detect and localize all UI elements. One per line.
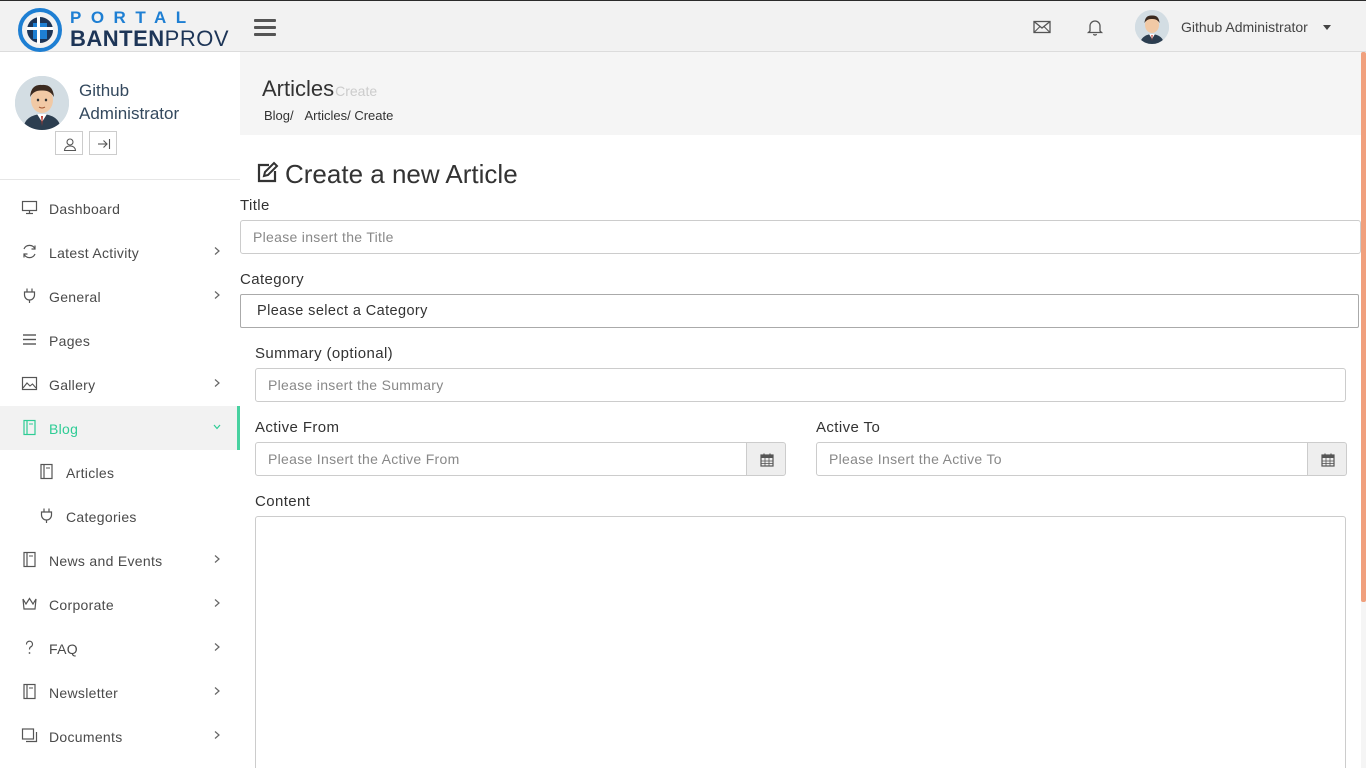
- bell-icon[interactable]: [1085, 17, 1105, 37]
- active-from-label: Active From: [255, 419, 340, 436]
- form-heading-text: Create a new Article: [285, 159, 518, 189]
- active-from-calendar-button[interactable]: [746, 442, 786, 476]
- chevron-right-icon: [214, 643, 220, 651]
- copy-icon: [21, 728, 38, 743]
- category-select-value: Please select a Category: [257, 303, 428, 319]
- plug-icon: [23, 288, 36, 303]
- sidebar-item-label: Latest Activity: [49, 245, 140, 261]
- sidebar-item-gallery[interactable]: Gallery: [0, 362, 240, 406]
- summary-label: Summary (optional): [255, 345, 394, 362]
- sidebar-item-news-and-events[interactable]: News and Events: [0, 538, 240, 582]
- question-icon: [25, 640, 34, 654]
- sidebar-item-blog[interactable]: Blog: [0, 406, 240, 450]
- page-subtitle: Create: [335, 83, 378, 99]
- notebook-icon: [23, 419, 36, 436]
- sidebar-item-general[interactable]: General: [0, 274, 240, 318]
- logo-text-prov: PROV: [164, 26, 230, 51]
- breadcrumb-blog[interactable]: Blog/: [264, 108, 294, 123]
- profile-name: Github Administrator: [79, 81, 180, 123]
- sidebar-item-label: Categories: [66, 509, 137, 525]
- scrollbar-thumb[interactable]: [1361, 52, 1366, 602]
- sidebar-item-label: FAQ: [49, 641, 78, 657]
- sidebar-item-pages[interactable]: Pages: [0, 318, 240, 362]
- user-icon: [63, 138, 77, 151]
- notebook-icon: [40, 463, 53, 480]
- category-select[interactable]: Please select a Category: [240, 294, 1359, 328]
- active-from-input[interactable]: [255, 442, 747, 476]
- form-heading: Create a new Article: [255, 159, 518, 190]
- summary-input[interactable]: [255, 368, 1346, 402]
- calendar-icon: [1321, 453, 1335, 467]
- sidebar-item-label: Blog: [49, 421, 79, 437]
- page-title: ArticlesCreate: [262, 76, 377, 102]
- breadcrumb: Blog/ Articles/ Create: [264, 108, 393, 123]
- category-label: Category: [240, 271, 305, 288]
- breadcrumb-articles-create[interactable]: Articles/ Create: [304, 108, 393, 123]
- page-title-text: Articles: [262, 76, 335, 101]
- sidebar-item-corporate[interactable]: Corporate: [0, 582, 240, 626]
- content-label: Content: [255, 493, 311, 510]
- sidebar-item-label: Newsletter: [49, 685, 119, 701]
- profile-button[interactable]: [55, 131, 83, 155]
- user-name: Github Administrator: [1181, 19, 1308, 35]
- chevron-right-icon: [214, 379, 220, 387]
- sidebar-item-label: Dashboard: [49, 201, 121, 217]
- avatar: [15, 76, 69, 130]
- chevron-right-icon: [214, 247, 220, 255]
- sidebar-item-label: General: [49, 289, 101, 305]
- chevron-right-icon: [214, 731, 220, 739]
- sidebar-item-label: Corporate: [49, 597, 114, 613]
- sidebar-item-newsletter[interactable]: Newsletter: [0, 670, 240, 714]
- logout-button[interactable]: [89, 131, 117, 155]
- sidebar-subitem-categories[interactable]: Categories: [0, 494, 240, 538]
- sidebar-menu: Dashboard Latest Activity General Pages …: [0, 186, 240, 758]
- notebook-icon: [23, 551, 36, 568]
- title-label: Title: [240, 197, 270, 214]
- plug-icon: [40, 508, 53, 523]
- sidebar-profile: Github Administrator: [0, 52, 240, 180]
- avatar: [1135, 10, 1169, 44]
- page-scrollbar[interactable]: [1361, 52, 1366, 768]
- crown-icon: [22, 597, 37, 610]
- active-to-label: Active To: [816, 419, 881, 436]
- mail-icon[interactable]: [1032, 17, 1052, 37]
- logo-text-portal: PORTAL: [70, 8, 196, 27]
- sidebar-item-latest-activity[interactable]: Latest Activity: [0, 230, 240, 274]
- sidebar-item-faq[interactable]: FAQ: [0, 626, 240, 670]
- sidebar-item-label: News and Events: [49, 553, 163, 569]
- logo-text-bantenprov: BANTENPROV: [70, 27, 229, 51]
- calendar-icon: [760, 453, 774, 467]
- monitor-icon: [21, 200, 38, 215]
- content-textarea[interactable]: [255, 516, 1346, 768]
- sidebar-subitem-articles[interactable]: Articles: [0, 450, 240, 494]
- chevron-right-icon: [214, 599, 220, 607]
- chevron-right-icon: [214, 291, 220, 299]
- active-to-calendar-button[interactable]: [1307, 442, 1347, 476]
- list-icon: [23, 334, 36, 345]
- active-to-input[interactable]: [816, 442, 1308, 476]
- chevron-down-icon: [213, 424, 221, 430]
- caret-down-icon: [1323, 25, 1331, 30]
- portal-bantenprov-logo[interactable]: PORTAL BANTENPROV: [18, 6, 229, 52]
- logout-arrow-icon: [98, 139, 111, 149]
- sidebar-item-documents[interactable]: Documents: [0, 714, 240, 758]
- sidebar-item-label: Articles: [66, 465, 115, 481]
- notebook-icon: [23, 683, 36, 700]
- chevron-right-icon: [214, 687, 220, 695]
- title-input[interactable]: [240, 220, 1361, 254]
- sidebar-item-label: Gallery: [49, 377, 96, 393]
- sidebar-toggle-hamburger-icon[interactable]: [254, 19, 276, 37]
- image-icon: [21, 376, 38, 391]
- logo-text-banten: BANTEN: [70, 26, 165, 51]
- top-navbar: PORTAL BANTENPROV Github Administrator: [0, 0, 1366, 52]
- refresh-icon: [23, 244, 36, 259]
- page-header: ArticlesCreate Blog/ Articles/ Create: [240, 52, 1361, 135]
- sidebar: Github Administrator Dashboard Latest Ac…: [0, 52, 240, 768]
- logo-emblem-icon: [18, 8, 62, 52]
- sidebar-item-label: Documents: [49, 729, 123, 745]
- edit-icon: [257, 161, 279, 183]
- sidebar-item-label: Pages: [49, 333, 91, 349]
- chevron-right-icon: [214, 555, 220, 563]
- sidebar-item-dashboard[interactable]: Dashboard: [0, 186, 240, 230]
